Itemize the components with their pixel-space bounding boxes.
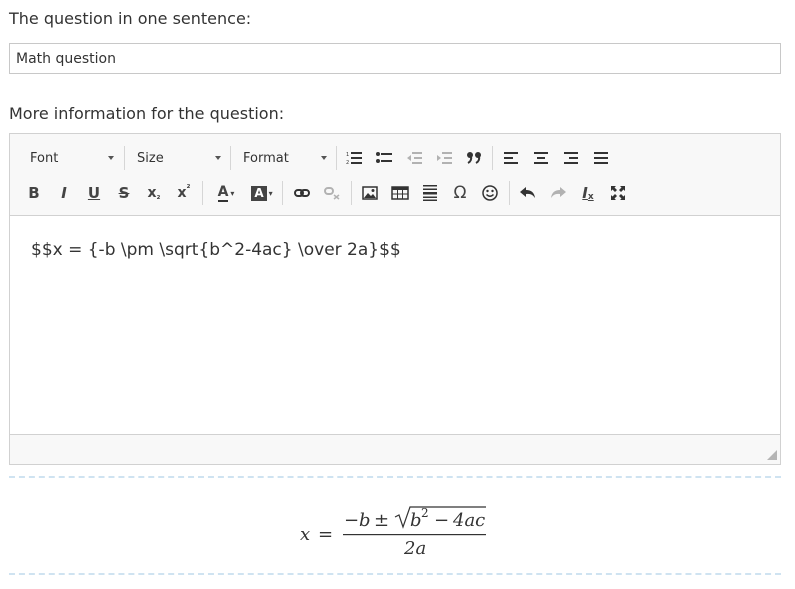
toolbar-divider (282, 181, 283, 205)
bold-glyph: B (28, 184, 40, 202)
horizontal-line-icon[interactable] (418, 180, 442, 206)
decrease-indent-icon[interactable] (402, 145, 426, 171)
strikethrough-glyph: S (118, 184, 130, 202)
toolbar-divider (492, 146, 493, 170)
fraction-bar (343, 534, 486, 536)
format-dropdown[interactable]: Format (223, 145, 333, 171)
formula-denominator: 2a (403, 538, 426, 559)
italic-icon[interactable]: I (52, 180, 76, 206)
chevron-down-icon: ▾ (268, 188, 273, 198)
size-dropdown-label: Size (137, 150, 164, 166)
toolbar-divider (509, 181, 510, 205)
smiley-icon[interactable] (478, 180, 502, 206)
formula-render: x = − b ± b 2 − 4ac 2a (300, 506, 486, 559)
bulleted-list-icon[interactable] (372, 145, 396, 171)
question-label: The question in one sentence: (9, 9, 252, 28)
chevron-down-icon: ▾ (230, 188, 235, 198)
increase-indent-icon[interactable] (432, 145, 456, 171)
editor-toolbar: Font Size Format 12 B I U S x ₂ x ² A ▾ … (10, 134, 780, 216)
svg-text:2: 2 (346, 160, 349, 165)
superscript-icon[interactable]: x² (172, 180, 196, 206)
resize-handle-icon[interactable] (767, 450, 777, 460)
more-info-label: More information for the question: (9, 104, 285, 123)
size-dropdown[interactable]: Size (117, 145, 227, 171)
align-right-icon[interactable] (559, 145, 583, 171)
formula-exponent: 2 (421, 506, 429, 520)
blockquote-icon[interactable] (462, 145, 486, 171)
editor-text: $$x = {-b \pm \sqrt{b^2-4ac} \over 2a}$$ (31, 240, 401, 260)
formula-lhs: x (300, 524, 310, 545)
superscript-glyph: x (177, 185, 187, 201)
image-icon[interactable] (358, 180, 382, 206)
text-color-glyph: A (217, 183, 229, 202)
text-color-icon[interactable]: A ▾ (210, 180, 242, 206)
svg-text:1: 1 (346, 152, 349, 158)
bg-color-glyph: A (251, 185, 267, 201)
remove-format-mark: x (587, 192, 594, 202)
formula-b: b (359, 510, 371, 531)
bold-icon[interactable]: B (22, 180, 46, 206)
toolbar-divider (351, 181, 352, 205)
omega-glyph: Ω (453, 183, 467, 203)
numbered-list-icon[interactable]: 12 (342, 145, 366, 171)
font-dropdown[interactable]: Font (10, 145, 120, 171)
unlink-icon[interactable] (320, 180, 344, 206)
subscript-icon[interactable]: x₂ (142, 180, 166, 206)
undo-icon[interactable] (516, 180, 540, 206)
formula-radicand-rest: 4ac (452, 510, 485, 531)
editor-content-area[interactable]: $$x = {-b \pm \sqrt{b^2-4ac} \over 2a}$$ (10, 216, 780, 434)
italic-glyph: I (61, 184, 67, 202)
formula-inner-minus: − (434, 510, 449, 531)
underline-glyph: U (87, 184, 101, 202)
math-preview: x = − b ± b 2 − 4ac 2a (0, 480, 795, 570)
superscript-mark: ² (186, 184, 191, 194)
maximize-icon[interactable] (606, 180, 630, 206)
rich-text-editor: Font Size Format 12 B I U S x ₂ x ² A ▾ … (9, 133, 781, 465)
subscript-mark: ₂ (156, 192, 161, 202)
link-icon[interactable] (290, 180, 314, 206)
formula-minus: − (344, 510, 359, 531)
formula-pm: ± (374, 510, 389, 531)
strikethrough-icon[interactable]: S (112, 180, 136, 206)
redo-icon[interactable] (546, 180, 570, 206)
align-center-icon[interactable] (529, 145, 553, 171)
align-left-icon[interactable] (499, 145, 523, 171)
chevron-down-icon (108, 156, 114, 160)
format-dropdown-label: Format (243, 150, 289, 166)
table-icon[interactable] (388, 180, 412, 206)
chevron-down-icon (321, 156, 327, 160)
formula-radicand-b: b (410, 510, 422, 531)
background-color-icon[interactable]: A ▾ (246, 180, 278, 206)
chevron-down-icon (215, 156, 221, 160)
editor-status-bar (10, 434, 780, 464)
preview-bottom-border (9, 573, 781, 575)
remove-format-icon[interactable]: Ix (576, 180, 600, 206)
font-dropdown-label: Font (30, 150, 59, 166)
subscript-glyph: x (147, 185, 157, 201)
formula-equals: = (318, 524, 333, 545)
question-input[interactable] (9, 43, 781, 74)
underline-icon[interactable]: U (82, 180, 106, 206)
toolbar-divider (336, 146, 337, 170)
preview-top-border (9, 476, 781, 478)
toolbar-divider (202, 181, 203, 205)
align-justify-icon[interactable] (589, 145, 613, 171)
special-character-icon[interactable]: Ω (448, 180, 472, 206)
